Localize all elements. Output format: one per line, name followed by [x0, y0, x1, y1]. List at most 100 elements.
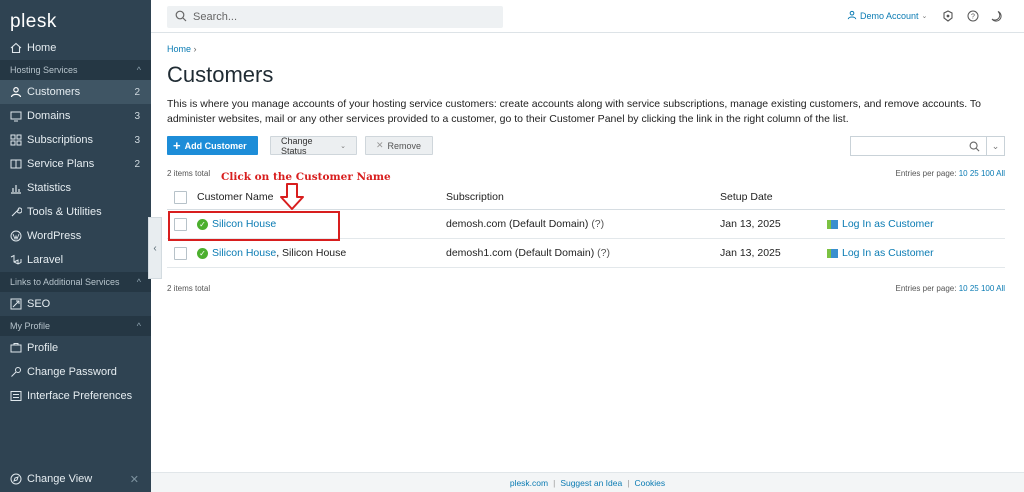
column-customer-name[interactable]: Customer Name: [197, 191, 273, 203]
items-total: 2 items total: [167, 284, 211, 293]
footer-link-suggest-idea[interactable]: Suggest an Idea: [560, 478, 622, 488]
sidebar-item-label: Profile: [27, 342, 59, 354]
chevron-down-icon: ⌄: [340, 142, 346, 150]
page-footer: plesk.com | Suggest an Idea | Cookies: [151, 472, 1024, 492]
sidebar-item-change-password[interactable]: Change Password: [0, 360, 151, 384]
search-placeholder: Search...: [193, 11, 238, 23]
customer-company: , Silicon House: [276, 247, 347, 259]
login-as-customer-link[interactable]: Log In as Customer: [827, 247, 934, 259]
section-hosting-services[interactable]: Hosting Services ^: [0, 60, 151, 80]
footer-link-plesk[interactable]: plesk.com: [510, 478, 548, 488]
setup-date-cell: Jan 13, 2025: [720, 218, 781, 230]
footer-separator: |: [627, 477, 630, 488]
entries-option-all[interactable]: All: [996, 169, 1005, 178]
remove-button[interactable]: ✕ Remove: [365, 136, 433, 155]
entries-option-100[interactable]: 100: [981, 284, 994, 293]
add-customer-label: Add Customer: [184, 140, 247, 151]
select-all-checkbox[interactable]: [174, 190, 187, 204]
extensions-icon[interactable]: [941, 9, 955, 23]
svg-text:?: ?: [971, 14, 975, 21]
login-icon: [827, 248, 838, 258]
section-my-profile[interactable]: My Profile ^: [0, 316, 151, 336]
section-additional-services[interactable]: Links to Additional Services ^: [0, 272, 151, 292]
section-title: Links to Additional Services: [10, 277, 120, 287]
list-search-input[interactable]: [850, 136, 987, 156]
sidebar-item-label: Customers: [27, 86, 81, 98]
annotation-label: Click on the Customer Name: [221, 171, 391, 183]
sidebar-item-label: Tools & Utilities: [27, 206, 102, 218]
topbar: Search... Demo Account ⌄ ?: [151, 0, 1024, 33]
chevron-up-icon: ^: [136, 321, 141, 331]
sidebar-item-label: Statistics: [27, 182, 72, 194]
subscription-help[interactable]: (?): [597, 247, 610, 259]
sidebar-item-label: Home: [27, 42, 57, 54]
grid-icon: [10, 134, 22, 146]
subscription-cell: demosh1.com (Default Domain) (?): [446, 247, 610, 259]
help-icon[interactable]: ?: [966, 9, 980, 23]
search-icon: [969, 141, 980, 151]
breadcrumb-home[interactable]: Home: [167, 44, 191, 54]
change-status-button[interactable]: Change Status ⌄: [270, 135, 357, 156]
sidebar: plesk Home Hosting Services ^ Customers …: [0, 0, 151, 492]
sidebar-item-label: Domains: [27, 110, 71, 122]
theme-moon-icon[interactable]: [989, 9, 1003, 23]
entries-option-10[interactable]: 10: [959, 169, 968, 178]
sidebar-item-label: Laravel: [27, 254, 64, 266]
sidebar-item-wordpress[interactable]: WordPress: [0, 224, 151, 248]
search-icon: [175, 10, 187, 25]
column-setup-date[interactable]: Setup Date: [720, 191, 773, 203]
row-checkbox[interactable]: [174, 246, 187, 260]
subscription-help[interactable]: (?): [591, 218, 604, 230]
sidebar-item-label: Subscriptions: [27, 134, 94, 146]
sidebar-item-service-plans[interactable]: Service Plans 2: [0, 152, 151, 176]
sidebar-item-statistics[interactable]: Statistics: [0, 176, 151, 200]
subscription-cell: demosh.com (Default Domain) (?): [446, 218, 604, 230]
login-label: Log In as Customer: [842, 218, 934, 230]
user-icon: [10, 86, 22, 98]
login-as-customer-link[interactable]: Log In as Customer: [827, 218, 934, 230]
sidebar-item-label: Service Plans: [27, 158, 95, 170]
sidebar-item-profile[interactable]: Profile: [0, 336, 151, 360]
tools-icon: [10, 206, 22, 218]
change-view-button[interactable]: Change View ✕: [0, 466, 151, 492]
customer-name-cell: ✓ Silicon House , Silicon House: [197, 247, 346, 259]
sidebar-item-home[interactable]: Home: [0, 36, 151, 60]
sidebar-item-seo[interactable]: SEO: [0, 292, 151, 316]
plesk-logo[interactable]: plesk: [0, 0, 151, 36]
entries-option-10[interactable]: 10: [959, 284, 968, 293]
list-toolbar: + Add Customer Change Status ⌄ ✕ Remove …: [167, 136, 1007, 156]
sidebar-item-subscriptions[interactable]: Subscriptions 3: [0, 128, 151, 152]
sidebar-item-tools[interactable]: Tools & Utilities: [0, 200, 151, 224]
change-status-label: Change Status: [281, 135, 313, 156]
close-icon[interactable]: ✕: [130, 473, 139, 486]
breadcrumb: Home ›: [167, 44, 197, 54]
sidebar-item-domains[interactable]: Domains 3: [0, 104, 151, 128]
annotation-arrow-icon: [280, 183, 304, 210]
entries-label: Entries per page:: [895, 169, 957, 178]
entries-option-25[interactable]: 25: [970, 284, 979, 293]
sidebar-item-customers[interactable]: Customers 2: [0, 80, 151, 104]
customer-name-link[interactable]: Silicon House: [212, 247, 276, 259]
login-label: Log In as Customer: [842, 247, 934, 259]
column-subscription[interactable]: Subscription: [446, 191, 504, 203]
chevron-left-icon: ‹: [153, 242, 157, 254]
breadcrumb-separator: ›: [193, 44, 197, 54]
footer-link-cookies[interactable]: Cookies: [634, 478, 665, 488]
entries-per-page: Entries per page: 10 25 100 All: [896, 284, 1005, 293]
list-search-options-button[interactable]: ⌄: [987, 136, 1005, 156]
entries-option-all[interactable]: All: [996, 284, 1005, 293]
sidebar-item-laravel[interactable]: Laravel: [0, 248, 151, 272]
footer-separator: |: [553, 477, 556, 488]
count-badge: 2: [134, 158, 140, 170]
search-input[interactable]: Search...: [167, 6, 503, 28]
sidebar-collapse-handle[interactable]: ‹: [148, 217, 162, 279]
entries-option-100[interactable]: 100: [981, 169, 994, 178]
sidebar-item-interface-preferences[interactable]: Interface Preferences: [0, 384, 151, 408]
account-menu[interactable]: Demo Account ⌄: [847, 10, 927, 22]
chevron-up-icon: ^: [136, 65, 141, 75]
add-customer-button[interactable]: + Add Customer: [167, 136, 258, 155]
laravel-icon: [10, 254, 22, 266]
count-badge: 3: [134, 110, 140, 122]
entries-option-25[interactable]: 25: [970, 169, 979, 178]
count-badge: 2: [134, 86, 140, 98]
